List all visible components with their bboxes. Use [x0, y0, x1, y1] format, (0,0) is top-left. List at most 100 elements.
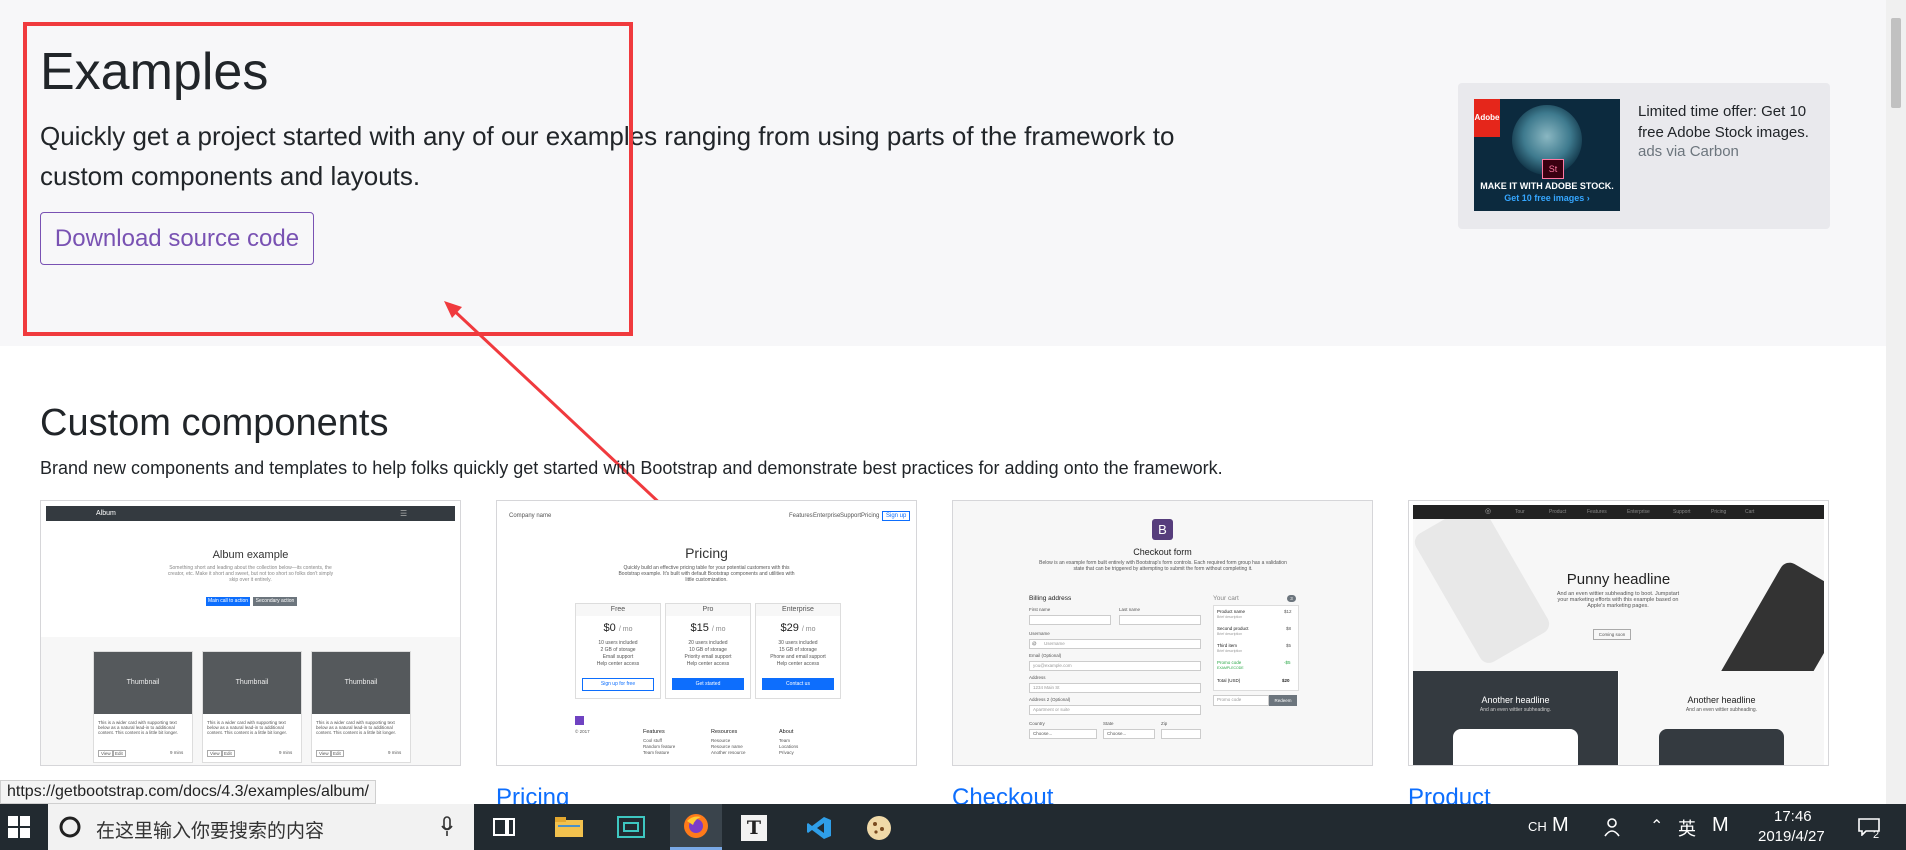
scrollbar[interactable] — [1886, 0, 1906, 804]
promo-placeholder: Promo code — [1217, 697, 1242, 702]
ime-mode-icon[interactable]: M — [1552, 814, 1569, 837]
windows-taskbar: 在这里输入你要搜索的内容 T CH M ⌃ 英 M 17:46 2019/4/2… — [0, 804, 1906, 850]
typora-icon[interactable]: T — [741, 815, 767, 841]
plan-cta-button[interactable]: Contact us — [762, 678, 834, 690]
people-icon[interactable] — [1604, 817, 1624, 837]
first-name-input[interactable] — [1029, 615, 1111, 625]
plan-price-period: / mo — [618, 626, 633, 633]
app-window-icon[interactable] — [617, 816, 645, 838]
plan-price-period: / mo — [711, 626, 726, 633]
section-title: Custom components — [40, 402, 389, 444]
main-cta-button[interactable]: Main call to action — [206, 597, 250, 606]
plan-feature: 10 GB of storage — [689, 647, 727, 653]
address2-input[interactable]: Apartment or suite — [1029, 705, 1201, 715]
thumbnail-card: Thumbnail This is a wider card with supp… — [202, 651, 302, 763]
search-placeholder: 在这里输入你要搜索的内容 — [96, 821, 325, 842]
product-nav-item: Tour — [1515, 509, 1525, 515]
product-panel-light: Another headline And an even wittier sub… — [1619, 671, 1824, 765]
zip-input[interactable] — [1161, 729, 1201, 739]
footer-link[interactable]: Locations — [779, 744, 798, 749]
edit-button[interactable]: Edit — [112, 750, 126, 757]
thumbnail-text: This is a wider card with supporting tex… — [316, 720, 396, 735]
example-card-pricing[interactable]: Company name Features Enterprise Support… — [496, 500, 917, 766]
promo-input[interactable]: Promo code — [1213, 695, 1269, 706]
last-name-input[interactable] — [1119, 615, 1201, 625]
plan-price: $29 / mo — [756, 622, 840, 634]
panel-device-image — [1453, 729, 1578, 765]
username-label: Username — [1029, 631, 1050, 636]
ime-ch-label[interactable]: CH — [1528, 819, 1547, 834]
cart-item-name: Product name — [1217, 609, 1246, 614]
device-light-image — [1413, 519, 1553, 667]
plan-cta-button[interactable]: Get started — [672, 678, 744, 690]
footer-link[interactable]: Resource — [711, 738, 730, 743]
scroll-thumb[interactable] — [1891, 18, 1901, 108]
ime-mode-icon[interactable]: M — [1712, 814, 1729, 837]
promo-code-value: EXAMPLECODE — [1217, 666, 1244, 670]
edit-button[interactable]: Edit — [330, 750, 344, 757]
footer-link[interactable]: Privacy — [779, 750, 794, 755]
clock-time[interactable]: 17:46 — [1774, 808, 1812, 825]
file-explorer-icon[interactable] — [554, 816, 584, 838]
footer-link[interactable]: Another resource — [711, 750, 746, 755]
plan-price-period: / mo — [801, 626, 816, 633]
secondary-action-button[interactable]: Secondary action — [253, 597, 297, 606]
state-select[interactable]: Choose... — [1103, 729, 1155, 739]
total-value: $20 — [1282, 678, 1290, 683]
task-view-icon[interactable] — [493, 817, 515, 837]
cart-item-name: Second product — [1217, 626, 1249, 631]
address-input[interactable]: 1234 Main St — [1029, 683, 1201, 693]
plan-price: $0 / mo — [576, 622, 660, 634]
coming-soon-button[interactable]: Coming soon — [1593, 629, 1631, 640]
panel-heading: Another headline — [1481, 695, 1550, 705]
windows-start-icon[interactable] — [8, 816, 30, 838]
company-name: Company name — [509, 513, 552, 519]
plan-name: Free — [576, 604, 660, 616]
country-label: Country — [1029, 721, 1045, 726]
plan-feature: 15 GB of storage — [779, 647, 817, 653]
signup-button[interactable]: Sign up — [882, 511, 911, 521]
thumbnail-image: Thumbnail — [94, 652, 192, 714]
product-nav-item: Pricing — [1711, 509, 1727, 515]
footer-link[interactable]: Team — [779, 738, 790, 743]
total-label: Total (USD) — [1217, 678, 1241, 683]
pricing-heading: Pricing — [685, 545, 728, 561]
vscode-icon[interactable] — [806, 816, 832, 840]
product-navbar: ◎ Tour Product Features Enterprise Suppo… — [1413, 505, 1824, 519]
panel-subheading: And an even wittier subheading. — [1685, 707, 1758, 713]
thumbnail-text: This is a wider card with supporting tex… — [98, 720, 178, 735]
plan-feature: Priority email support — [684, 654, 732, 660]
state-label: State — [1103, 721, 1114, 726]
plan-feature: 20 users included — [688, 640, 728, 646]
chevron-up-icon[interactable]: ⌃ — [1650, 816, 1663, 836]
ime-lang-label[interactable]: 英 — [1678, 815, 1696, 841]
redeem-button[interactable]: Redeem — [1269, 695, 1297, 706]
email-input[interactable]: you@example.com — [1029, 661, 1201, 671]
plan-name: Pro — [666, 604, 750, 616]
clock-date[interactable]: 2019/4/27 — [1758, 828, 1825, 845]
plan-feature: Help center access — [596, 661, 640, 667]
footer-link[interactable]: Cool stuff — [643, 738, 662, 743]
microphone-icon[interactable] — [440, 816, 454, 838]
product-nav-item: Product — [1549, 509, 1567, 515]
thumbnail-text: This is a wider card with supporting tex… — [207, 720, 287, 735]
firefox-taskbar-button[interactable] — [670, 804, 722, 850]
thumbnail-image: Thumbnail — [203, 652, 301, 714]
taskbar-search-box[interactable]: 在这里输入你要搜索的内容 — [48, 804, 474, 850]
thumbnail-image: Thumbnail — [312, 652, 410, 714]
footer-link[interactable]: Random feature — [643, 744, 675, 749]
username-input[interactable]: @ Username — [1029, 639, 1201, 649]
album-brand: Album — [96, 510, 116, 517]
mins-label: 9 mins — [170, 750, 184, 755]
album-heading: Album example — [212, 549, 289, 561]
edit-button[interactable]: Edit — [221, 750, 235, 757]
cookie-app-icon[interactable] — [866, 815, 892, 841]
example-card-product[interactable]: ◎ Tour Product Features Enterprise Suppo… — [1408, 500, 1829, 766]
footer-link[interactable]: Team feature — [643, 750, 669, 755]
plan-cta-button[interactable]: Sign up for free — [582, 678, 654, 691]
album-navbar: Album ☰ — [46, 506, 455, 521]
footer-link[interactable]: Resource name — [711, 744, 743, 749]
example-card-album[interactable]: Album ☰ Album example Something short an… — [40, 500, 461, 766]
country-select[interactable]: Choose... — [1029, 729, 1097, 739]
example-card-checkout[interactable]: B Checkout form Below is an example form… — [952, 500, 1373, 766]
